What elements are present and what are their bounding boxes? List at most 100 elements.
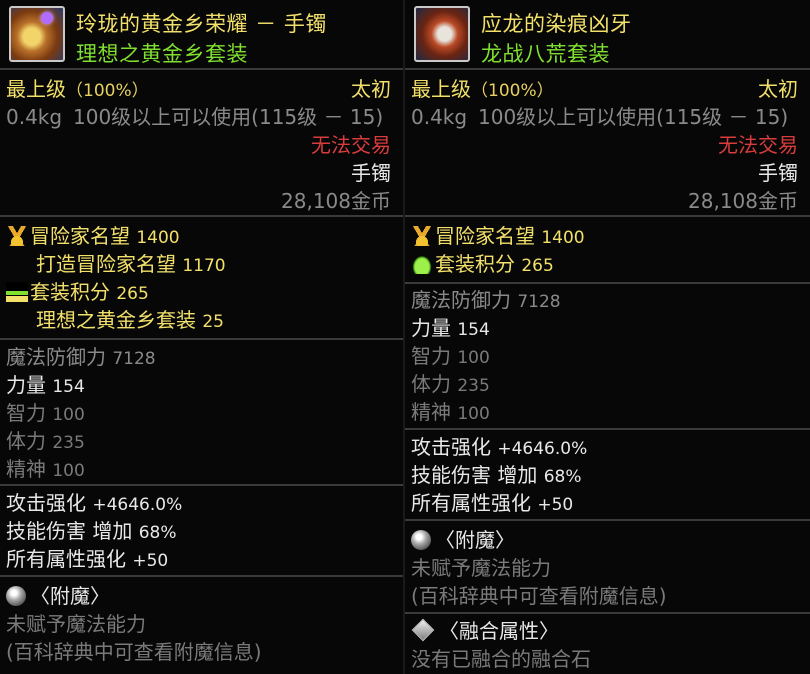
grade-percent: （100%）: [66, 81, 149, 101]
item-slot: 手镯: [351, 161, 391, 185]
skill-value: 68%: [138, 523, 177, 543]
divider: [405, 215, 810, 217]
vitality-row: 体力 235: [6, 429, 85, 455]
divider: [405, 612, 810, 614]
set-points-row: 套装积分 265: [6, 280, 149, 306]
spr-label: 精神: [411, 400, 451, 424]
enchant-none: 未赋予魔法能力: [411, 556, 551, 580]
set-points-row: 套装积分 265: [411, 252, 554, 278]
spirit-row: 精神 100: [411, 400, 490, 426]
fame-label: 冒险家名望: [435, 224, 535, 248]
int-value: 100: [52, 405, 85, 425]
crown-icon: [6, 226, 28, 246]
bracelet-item-icon: [9, 6, 65, 62]
element-boost-row: 所有属性强化 +50: [411, 491, 573, 517]
grade-label: 最上级: [411, 77, 471, 101]
set-points-label: 套装积分: [435, 252, 515, 276]
atk-label: 攻击强化: [411, 435, 491, 459]
crown-icon: [411, 226, 433, 246]
elem-label: 所有属性强化: [411, 491, 531, 515]
mdef-value: 7128: [517, 292, 561, 312]
fusion-none: 没有已融合的融合石: [411, 647, 591, 671]
elem-value: +50: [537, 495, 574, 515]
skill-value: 68%: [543, 467, 582, 487]
strength-row: 力量 154: [411, 316, 490, 342]
item-title: 应龙的染痕凶牙: [481, 12, 632, 36]
magic-defense-row: 魔法防御力 7128: [6, 345, 156, 371]
spr-value: 100: [52, 461, 85, 481]
attack-boost-row: 攻击强化 +4646.0%: [411, 435, 587, 461]
set-points-label: 套装积分: [30, 280, 110, 304]
skill-label: 技能伤害 增加: [6, 519, 133, 543]
enchant-none: 未赋予魔法能力: [6, 612, 146, 636]
set-points-value: 265: [116, 284, 149, 304]
enchant-header-label: 〈附魔〉: [435, 528, 515, 552]
enchant-header-label: 〈附魔〉: [30, 584, 110, 608]
diamond-icon: [411, 618, 435, 642]
str-label: 力量: [6, 373, 46, 397]
fusion-header: 〈融合属性〉: [411, 618, 559, 643]
spr-label: 精神: [6, 457, 46, 481]
item-weight: 0.4kg: [411, 105, 468, 129]
str-label: 力量: [411, 316, 451, 340]
set-points-sub-row: 理想之黄金乡套装 25: [36, 308, 224, 334]
enchant-hint: (百科辞典中可查看附魔信息): [6, 640, 262, 664]
divider: [405, 282, 810, 284]
strength-row: 力量 154: [6, 373, 85, 399]
atk-label: 攻击强化: [6, 491, 86, 515]
item-price: 28,108金币: [688, 189, 798, 213]
set-bricks-icon: [6, 282, 28, 302]
grade-percent: （100%）: [471, 81, 554, 101]
item-tooltip-left: 玲珑的黄金乡荣耀 － 手镯 理想之黄金乡套装 最上级（100%） 太初 0.4k…: [0, 0, 403, 674]
fame-row: 冒险家名望 1400: [411, 224, 585, 250]
level-requirement: 100级以上可以使用(115级 － 15): [73, 105, 384, 129]
divider: [405, 68, 810, 70]
enchant-header: 〈附魔〉: [6, 584, 110, 608]
capsule-icon: [411, 254, 433, 274]
intelligence-row: 智力 100: [411, 344, 490, 370]
vit-label: 体力: [6, 429, 46, 453]
grade-label: 最上级: [6, 77, 66, 101]
orb-icon: [6, 586, 26, 606]
elem-value: +50: [132, 551, 169, 571]
atk-value: +4646.0%: [92, 495, 183, 515]
trade-status: 无法交易: [311, 133, 391, 157]
item-tier: 太初: [758, 77, 798, 101]
spr-value: 100: [457, 404, 490, 424]
tooltip-header: 应龙的染痕凶牙 龙战八荒套装: [405, 0, 810, 68]
vit-value: 235: [52, 433, 85, 453]
tooltip-header: 玲珑的黄金乡荣耀 － 手镯 理想之黄金乡套装: [0, 0, 403, 68]
vit-value: 235: [457, 376, 490, 396]
element-boost-row: 所有属性强化 +50: [6, 547, 168, 573]
item-tier: 太初: [351, 77, 391, 101]
item-price: 28,108金币: [281, 189, 391, 213]
fame-row: 冒险家名望 1400: [6, 224, 180, 250]
mdef-label: 魔法防御力: [411, 288, 511, 312]
mdef-label: 魔法防御力: [6, 345, 106, 369]
set-points-sub-label: 理想之黄金乡套装: [36, 308, 196, 332]
fame-value: 1400: [541, 228, 585, 248]
vit-label: 体力: [411, 372, 451, 396]
set-points-sub-value: 25: [202, 312, 224, 332]
atk-value: +4646.0%: [497, 439, 588, 459]
mdef-value: 7128: [112, 349, 156, 369]
attack-boost-row: 攻击强化 +4646.0%: [6, 491, 182, 517]
forge-fame-value: 1170: [182, 256, 226, 276]
gem-icon: [41, 12, 53, 24]
fame-label: 冒险家名望: [30, 224, 130, 248]
fang-item-icon: [414, 6, 470, 62]
item-tooltip-right: 应龙的染痕凶牙 龙战八荒套装 最上级（100%） 太初 0.4kg 100级以上…: [405, 0, 810, 674]
int-label: 智力: [411, 344, 451, 368]
divider: [0, 338, 403, 340]
magic-defense-row: 魔法防御力 7128: [411, 288, 561, 314]
skill-damage-row: 技能伤害 增加 68%: [6, 519, 177, 545]
skill-damage-row: 技能伤害 增加 68%: [411, 463, 582, 489]
item-slot: 手镯: [758, 161, 798, 185]
set-points-value: 265: [521, 256, 554, 276]
str-value: 154: [52, 377, 85, 397]
level-requirement: 100级以上可以使用(115级 － 15): [478, 105, 789, 129]
int-label: 智力: [6, 401, 46, 425]
item-weight: 0.4kg: [6, 105, 63, 129]
item-set-name: 理想之黄金乡套装: [76, 42, 248, 66]
divider: [0, 215, 403, 217]
